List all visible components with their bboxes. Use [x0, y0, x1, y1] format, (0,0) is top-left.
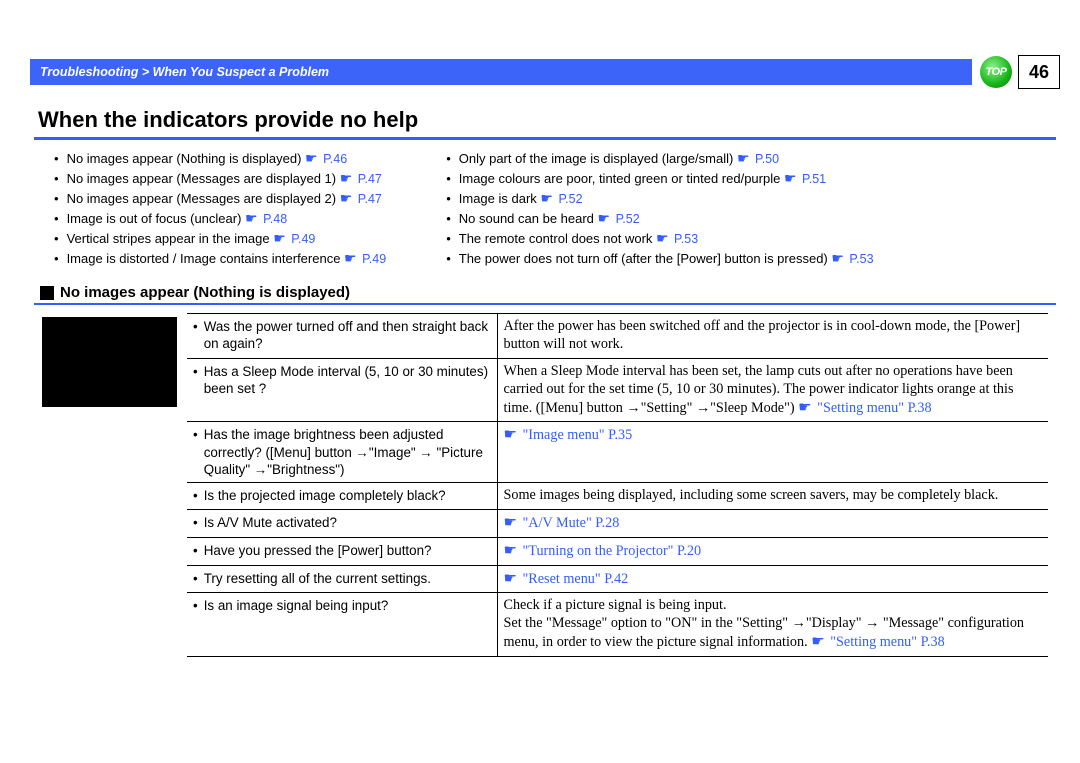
topic-link-line: No images appear (Nothing is displayed) … — [54, 150, 386, 167]
topic-links: No images appear (Nothing is displayed) … — [30, 146, 1060, 276]
question-cell: • Try resetting all of the current settin… — [187, 565, 497, 593]
question-text: Has a Sleep Mode interval (5, 10 or 30 m… — [204, 363, 491, 397]
question-text: Is an image signal being input? — [204, 597, 389, 614]
table-row: • Is A/V Mute activated? ☛ "A/V Mute" P.28 — [187, 509, 1048, 537]
topic-link-line: No sound can be heard ☛ P.52 — [446, 210, 873, 227]
table-row: • Try resetting all of the current settin… — [187, 565, 1048, 593]
topic-link-line: No images appear (Messages are displayed… — [54, 190, 386, 207]
page-link[interactable]: ☛ P.49 — [344, 252, 386, 266]
page-link[interactable]: ☛ P.53 — [656, 232, 698, 246]
topic-text: Vertical stripes appear in the image — [67, 231, 274, 246]
reference-link[interactable]: ☛ "Image menu" P.35 — [504, 427, 633, 443]
reference-link[interactable]: ☛ "Turning on the Projector" P.20 — [504, 543, 702, 559]
topic-text: Image is distorted / Image contains inte… — [67, 251, 344, 266]
page-title: When the indicators provide no help — [38, 107, 1060, 133]
answer-cell: After the power has been switched off an… — [497, 314, 1048, 359]
topic-text: Only part of the image is displayed (lar… — [459, 151, 737, 166]
topic-text: Image colours are poor, tinted green or … — [459, 171, 784, 186]
page-link[interactable]: ☛ P.46 — [305, 152, 347, 166]
table-row: • Is the projected image completely black… — [187, 482, 1048, 509]
subsection-underline — [34, 303, 1056, 305]
answer-cell: ☛ "Image menu" P.35 — [497, 422, 1048, 482]
question-text: Was the power turned off and then straig… — [204, 318, 491, 352]
topic-link-line: Image is dark ☛ P.52 — [446, 190, 873, 207]
answer-cell: Some images being displayed, including s… — [497, 482, 1048, 509]
table-row: •Has the image brightness been adjusted … — [187, 422, 1048, 482]
topic-text: No sound can be heard — [459, 211, 598, 226]
topic-link-line: No images appear (Messages are displayed… — [54, 170, 386, 187]
question-cell: •Has the image brightness been adjusted … — [187, 422, 497, 482]
bullet-icon: • — [193, 363, 198, 397]
black-square-icon — [40, 286, 54, 300]
topic-link-line: Vertical stripes appear in the image ☛ P… — [54, 230, 386, 247]
preview-thumbnail — [42, 317, 177, 407]
question-text: Is A/V Mute activated? — [204, 514, 337, 531]
bullet-icon: • — [193, 318, 198, 352]
topic-text: Image is out of focus (unclear) — [67, 211, 245, 226]
answer-cell: ☛ "Reset menu" P.42 — [497, 565, 1048, 593]
topic-text: Image is dark — [459, 191, 541, 206]
title-underline — [34, 137, 1056, 140]
page-link[interactable]: ☛ P.53 — [831, 252, 873, 266]
question-cell: • Is A/V Mute activated? — [187, 509, 497, 537]
bullet-icon: • — [193, 426, 198, 477]
question-text: Try resetting all of the current setting… — [204, 570, 431, 587]
topic-link-line: Image is distorted / Image contains inte… — [54, 250, 386, 267]
topic-text: No images appear (Messages are displayed… — [67, 191, 340, 206]
breadcrumb: Troubleshooting > When You Suspect a Pro… — [30, 59, 972, 85]
bullet-icon: • — [193, 542, 198, 559]
subsection-title: No images appear (Nothing is displayed) — [60, 284, 350, 301]
topic-text: No images appear (Nothing is displayed) — [67, 151, 305, 166]
question-cell: •Has a Sleep Mode interval (5, 10 or 30 … — [187, 358, 497, 422]
question-cell: • Is an image signal being input? — [187, 593, 497, 657]
page-link[interactable]: ☛ P.47 — [340, 192, 382, 206]
table-row: • Have you pressed the [Power] button? ☛ "… — [187, 537, 1048, 565]
reference-link[interactable]: ☛ "Setting menu" P.38 — [798, 400, 931, 416]
header-bar: Troubleshooting > When You Suspect a Pro… — [30, 55, 1060, 89]
question-text: Have you pressed the [Power] button? — [204, 542, 432, 559]
page-link[interactable]: ☛ P.52 — [540, 192, 582, 206]
reference-link[interactable]: ☛ "Setting menu" P.38 — [811, 634, 944, 650]
troubleshooting-table: •Was the power turned off and then strai… — [187, 313, 1048, 657]
answer-cell: ☛ "A/V Mute" P.28 — [497, 509, 1048, 537]
reference-link[interactable]: ☛ "A/V Mute" P.28 — [504, 515, 620, 531]
topic-text: The remote control does not work — [459, 231, 656, 246]
answer-cell: When a Sleep Mode interval has been set,… — [497, 358, 1048, 422]
topic-link-line: The remote control does not work ☛ P.53 — [446, 230, 873, 247]
subsection-heading: No images appear (Nothing is displayed) — [40, 284, 1060, 301]
page-link[interactable]: ☛ P.48 — [245, 212, 287, 226]
question-text: Has the image brightness been adjusted c… — [204, 426, 491, 477]
topic-link-line: Image is out of focus (unclear) ☛ P.48 — [54, 210, 386, 227]
answer-cell: ☛ "Turning on the Projector" P.20 — [497, 537, 1048, 565]
topic-link-line: Image colours are poor, tinted green or … — [446, 170, 873, 187]
page-number: 46 — [1018, 55, 1060, 89]
bullet-icon: • — [193, 570, 198, 587]
question-cell: • Is the projected image completely black… — [187, 482, 497, 509]
question-cell: •Was the power turned off and then strai… — [187, 314, 497, 359]
question-cell: • Have you pressed the [Power] button? — [187, 537, 497, 565]
question-text: Is the projected image completely black? — [204, 487, 446, 504]
topic-text: The power does not turn off (after the [… — [459, 251, 832, 266]
answer-cell: Check if a picture signal is being input… — [497, 593, 1048, 657]
bullet-icon: • — [193, 597, 198, 614]
topic-link-line: Only part of the image is displayed (lar… — [446, 150, 873, 167]
page-link[interactable]: ☛ P.51 — [784, 172, 826, 186]
topic-link-line: The power does not turn off (after the [… — [446, 250, 873, 267]
page-link[interactable]: ☛ P.52 — [598, 212, 640, 226]
reference-link[interactable]: ☛ "Reset menu" P.42 — [504, 571, 629, 587]
topic-text: No images appear (Messages are displayed… — [67, 171, 340, 186]
table-row: •Was the power turned off and then strai… — [187, 314, 1048, 359]
page-link[interactable]: ☛ P.50 — [737, 152, 779, 166]
bullet-icon: • — [193, 487, 198, 504]
table-row: •Has a Sleep Mode interval (5, 10 or 30 … — [187, 358, 1048, 422]
table-row: • Is an image signal being input? Check if… — [187, 593, 1048, 657]
page-link[interactable]: ☛ P.49 — [273, 232, 315, 246]
page-link[interactable]: ☛ P.47 — [340, 172, 382, 186]
bullet-icon: • — [193, 514, 198, 531]
top-button[interactable]: TOP — [980, 56, 1012, 88]
